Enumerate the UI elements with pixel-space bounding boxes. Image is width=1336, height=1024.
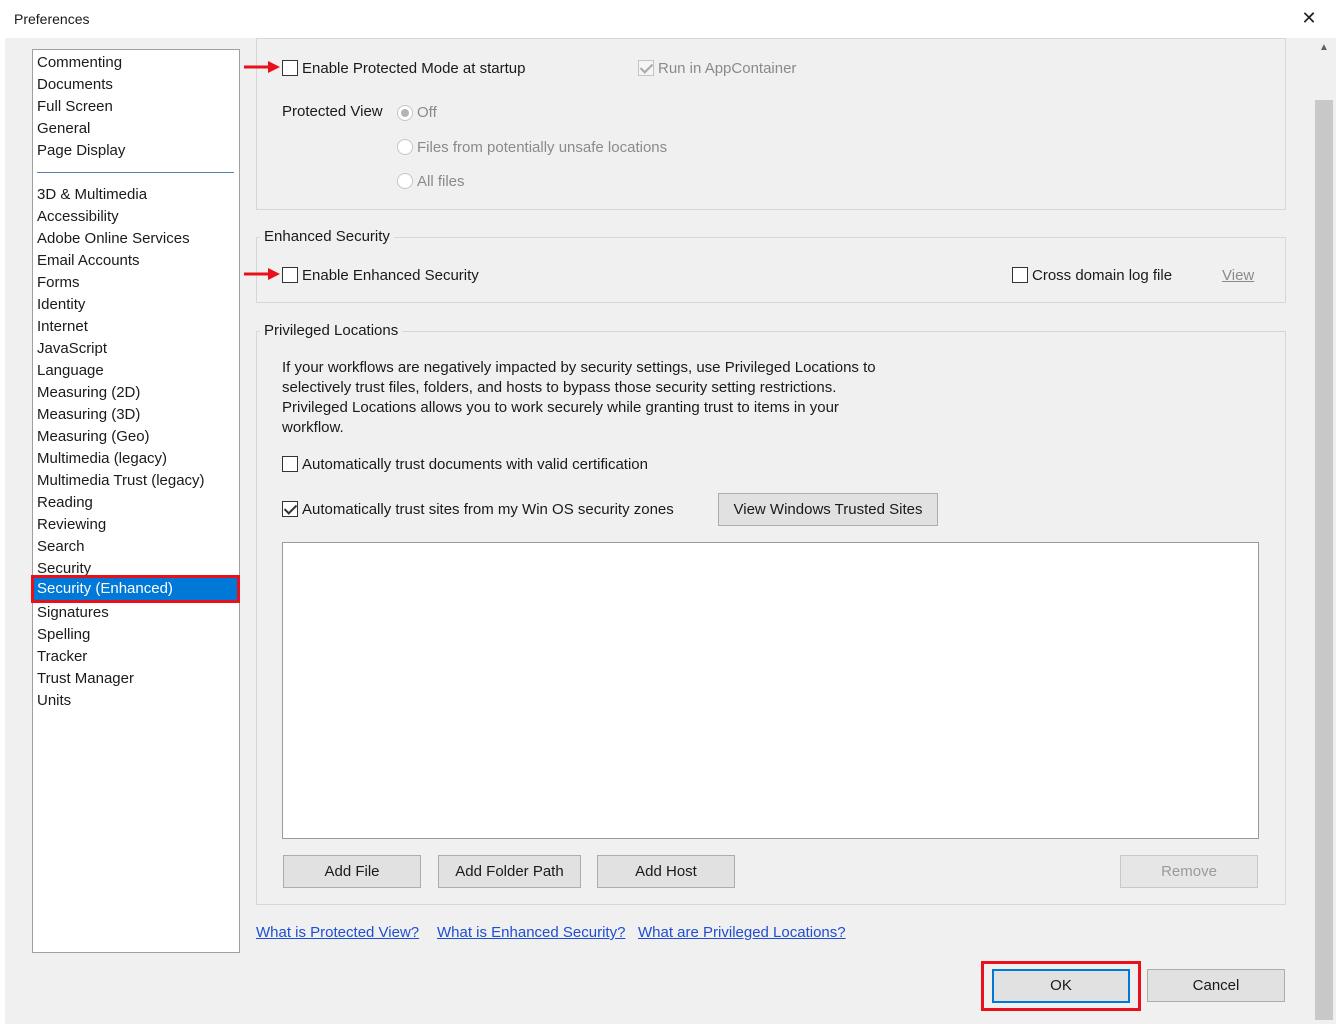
category-item-internet[interactable]: Internet (37, 316, 88, 338)
category-item-signatures[interactable]: Signatures (37, 602, 109, 624)
category-item-reading[interactable]: Reading (37, 492, 93, 514)
category-item-reviewing[interactable]: Reviewing (37, 514, 106, 536)
protected-view-unsafe-label: Files from potentially unsafe locations (417, 139, 668, 156)
close-icon[interactable]: ✕ (1296, 5, 1322, 31)
cross-domain-log-checkbox[interactable] (1012, 267, 1028, 283)
enhanced-security-legend: Enhanced Security (260, 228, 394, 245)
add-folder-path-button[interactable]: Add Folder Path (438, 855, 581, 888)
add-host-button[interactable]: Add Host (597, 855, 735, 888)
privileged-locations-legend: Privileged Locations (260, 322, 403, 339)
category-item-trust-manager[interactable]: Trust Manager (37, 668, 134, 690)
remove-button[interactable]: Remove (1120, 855, 1258, 888)
category-item-javascript[interactable]: JavaScript (37, 338, 107, 360)
enhanced-security-checkbox[interactable] (282, 267, 298, 283)
category-item-documents[interactable]: Documents (37, 74, 113, 96)
category-item-email-accounts[interactable]: Email Accounts (37, 250, 140, 272)
add-file-button[interactable]: Add File (283, 855, 421, 888)
red-arrow-icon (244, 268, 280, 280)
ok-highlight-annotation (981, 961, 1141, 1011)
vertical-scrollbar[interactable]: ▲ (1313, 38, 1335, 1024)
category-item-full-screen[interactable]: Full Screen (37, 96, 113, 118)
category-item-spelling[interactable]: Spelling (37, 624, 90, 646)
enhanced-security-help-link[interactable]: What is Enhanced Security? (437, 924, 625, 941)
category-item-tracker[interactable]: Tracker (37, 646, 87, 668)
protected-view-off-label: Off (417, 104, 437, 121)
protected-view-all-label: All files (417, 173, 465, 190)
protected-view-label: Protected View (282, 103, 383, 120)
privileged-locations-description: If your workflows are negatively impacte… (282, 359, 876, 436)
scroll-up-icon[interactable]: ▲ (1318, 42, 1330, 54)
trust-os-zones-checkbox[interactable] (282, 501, 298, 517)
trust-os-zones-label: Automatically trust sites from my Win OS… (302, 501, 674, 518)
category-item-accessibility[interactable]: Accessibility (37, 206, 119, 228)
protected-view-help-link[interactable]: What is Protected View? (256, 924, 419, 941)
protected-mode-checkbox[interactable] (282, 60, 298, 76)
cross-domain-log-label: Cross domain log file (1032, 267, 1173, 284)
red-arrow-icon (244, 61, 280, 73)
run-appcontainer-checkbox[interactable] (638, 60, 654, 76)
category-item-forms[interactable]: Forms (37, 272, 80, 294)
cancel-button[interactable]: Cancel (1147, 969, 1285, 1002)
trust-certified-docs-label: Automatically trust documents with valid… (302, 456, 648, 473)
category-item-units[interactable]: Units (37, 690, 71, 712)
protected-view-all-radio[interactable] (397, 173, 413, 189)
category-item-3d-multimedia[interactable]: 3D & Multimedia (37, 184, 147, 206)
view-log-link[interactable]: View (1222, 267, 1254, 284)
category-item-multimedia-trust-legacy[interactable]: Multimedia Trust (legacy) (37, 470, 205, 492)
view-windows-trusted-sites-button[interactable]: View Windows Trusted Sites (718, 493, 938, 526)
category-item-measuring-2d[interactable]: Measuring (2D) (37, 382, 140, 404)
category-item-page-display[interactable]: Page Display (37, 140, 125, 162)
category-item-search[interactable]: Search (37, 536, 85, 558)
protected-mode-label: Enable Protected Mode at startup (302, 60, 526, 77)
category-separator (37, 172, 234, 173)
run-appcontainer-label: Run in AppContainer (658, 60, 797, 77)
category-item-identity[interactable]: Identity (37, 294, 85, 316)
privileged-locations-help-link[interactable]: What are Privileged Locations? (638, 924, 846, 941)
category-item-measuring-3d[interactable]: Measuring (3D) (37, 404, 140, 426)
privileged-locations-list[interactable] (282, 542, 1259, 839)
scrollbar-thumb[interactable] (1315, 100, 1333, 1020)
category-item-multimedia-legacy[interactable]: Multimedia (legacy) (37, 448, 167, 470)
enhanced-security-label: Enable Enhanced Security (302, 267, 479, 284)
category-item-measuring-geo[interactable]: Measuring (Geo) (37, 426, 150, 448)
category-item-adobe-online-services[interactable]: Adobe Online Services (37, 228, 190, 250)
trust-certified-docs-checkbox[interactable] (282, 456, 298, 472)
protected-view-unsafe-radio[interactable] (397, 139, 413, 155)
category-list[interactable]: Commenting Documents Full Screen General… (32, 49, 240, 953)
protected-view-off-radio[interactable] (397, 105, 413, 121)
selection-highlight-annotation (31, 575, 240, 603)
category-item-commenting[interactable]: Commenting (37, 52, 122, 74)
category-item-general[interactable]: General (37, 118, 90, 140)
title-bar: Preferences ✕ (0, 0, 1336, 38)
window-title: Preferences (14, 11, 90, 27)
category-item-language[interactable]: Language (37, 360, 104, 382)
